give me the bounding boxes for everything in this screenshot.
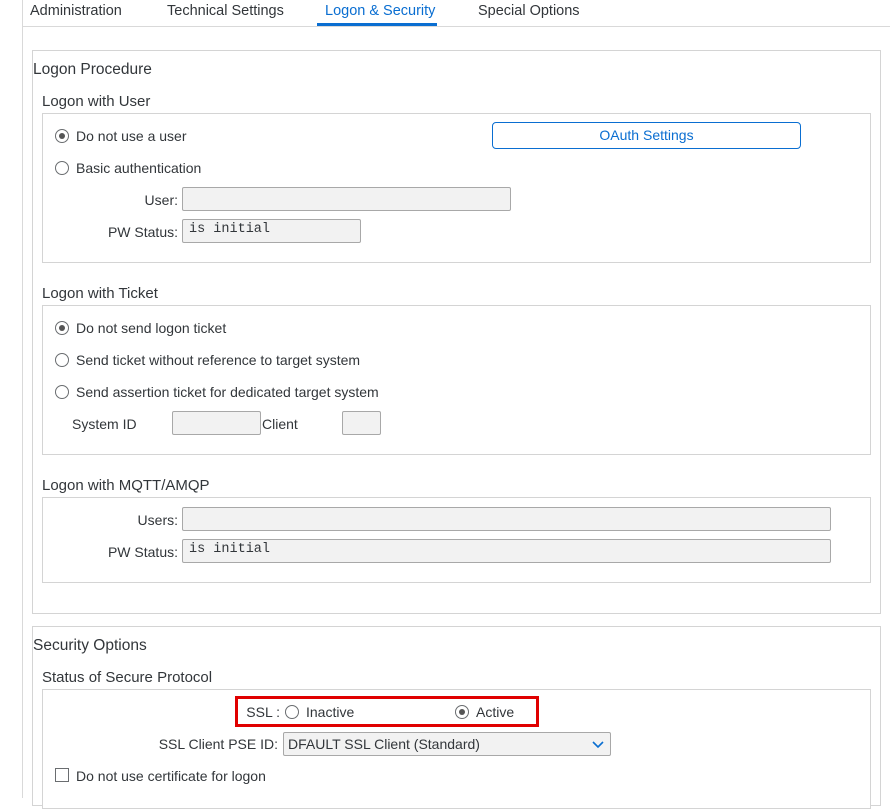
pse-id-value: DFAULT SSL Client (Standard) [288,736,480,752]
radio-no-ticket-label: Do not send logon ticket [76,320,227,336]
tab-logon-security[interactable]: Logon & Security [325,3,435,19]
mqtt-users-input[interactable] [182,507,831,531]
radio-basic-auth[interactable] [55,161,69,175]
secure-protocol-title: Status of Secure Protocol [42,669,213,686]
no-cert-checkbox[interactable] [55,768,69,782]
ssl-highlight-box [235,696,539,727]
client-input[interactable] [342,411,381,435]
mqtt-pw-status-field: is initial [182,539,831,563]
tab-strip-divider [22,26,890,27]
radio-basic-auth-label: Basic authentication [76,160,202,176]
chevron-down-icon [592,741,604,749]
radio-no-ticket[interactable] [55,321,69,335]
tab-administration[interactable]: Administration [30,3,122,19]
content-left-border [22,0,23,798]
client-label: Client [262,416,298,432]
radio-assertion-ticket[interactable] [55,385,69,399]
tab-special-options[interactable]: Special Options [478,3,580,19]
oauth-settings-button[interactable]: OAuth Settings [492,122,801,149]
pse-id-select[interactable]: DFAULT SSL Client (Standard) [283,732,611,756]
radio-assertion-ticket-label: Send assertion ticket for dedicated targ… [76,384,379,400]
system-id-label: System ID [72,416,137,432]
radio-no-user-label: Do not use a user [76,128,187,144]
radio-no-user[interactable] [55,129,69,143]
pw-status-field: is initial [182,219,361,243]
tab-technical-settings[interactable]: Technical Settings [167,3,284,19]
mqtt-users-label: Users: [137,512,178,528]
pw-status-label: PW Status: [107,224,178,240]
mqtt-pw-status-label: PW Status: [107,544,178,560]
system-id-input[interactable] [172,411,261,435]
logon-mqtt-title: Logon with MQTT/AMQP [42,477,210,494]
radio-send-ticket[interactable] [55,353,69,367]
pse-id-label: SSL Client PSE ID: [158,736,278,752]
user-label: User: [144,192,178,208]
no-cert-label: Do not use certificate for logon [76,768,266,784]
logon-with-ticket-title: Logon with Ticket [42,285,158,302]
security-options-title: Security Options [33,637,147,654]
logon-procedure-title: Logon Procedure [33,61,152,78]
radio-send-ticket-label: Send ticket without reference to target … [76,352,361,368]
logon-with-user-title: Logon with User [42,93,151,110]
user-input[interactable] [182,187,511,211]
